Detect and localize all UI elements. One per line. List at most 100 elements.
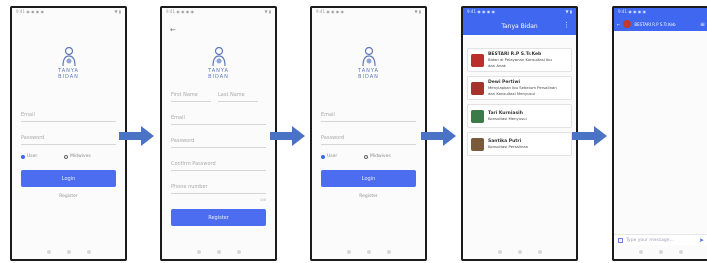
list-item[interactable]: Santika Putri Konsultasi Persalinan bbox=[467, 132, 572, 156]
phone-chat-list-screen: 9:41 ◉ ◉ ◉ ◉ ▼ ▮ Tanya Bidan ⋮ BESTARI R.… bbox=[461, 6, 578, 261]
radio-user[interactable]: User bbox=[321, 154, 337, 159]
status-left: 9:41 ◉ ◉ ◉ ◉ bbox=[166, 9, 195, 14]
last-name-field[interactable]: Last Name bbox=[218, 92, 258, 102]
midwife-name: Tari Kurniasih bbox=[488, 110, 523, 116]
nav-home-icon[interactable] bbox=[659, 250, 663, 254]
radio-user[interactable]: User bbox=[21, 154, 37, 159]
app-logo: TANYA BIDAN bbox=[347, 46, 391, 80]
logo-text-line2: BIDAN bbox=[208, 74, 229, 80]
phone-register-screen: 9:41 ◉ ◉ ◉ ◉ ▼ ▮ ← TANYA BIDAN First Name… bbox=[160, 6, 277, 261]
password-field[interactable]: Password bbox=[21, 135, 116, 145]
image-attach-icon[interactable] bbox=[618, 237, 623, 243]
radio-midwife[interactable]: Midwives bbox=[364, 154, 391, 159]
menu-icon[interactable]: ≡ bbox=[700, 21, 705, 28]
register-link[interactable]: Register bbox=[12, 194, 125, 199]
radio-unselected-icon bbox=[64, 154, 68, 159]
back-arrow-icon[interactable]: ← bbox=[617, 22, 620, 27]
nav-back-icon[interactable] bbox=[497, 250, 502, 254]
midwife-desc: Konsultasi Persalinan bbox=[488, 143, 529, 149]
status-left: 9:41 ◉ ◉ ◉ ◉ bbox=[618, 9, 647, 14]
register-link[interactable]: Register bbox=[312, 194, 425, 199]
register-button[interactable]: Register bbox=[171, 209, 266, 226]
first-name-field[interactable]: First Name bbox=[171, 92, 211, 102]
nav-home-icon[interactable] bbox=[366, 250, 371, 254]
phone-number-field[interactable]: Phone number bbox=[171, 184, 266, 194]
nav-recent-icon[interactable] bbox=[86, 250, 91, 254]
midwife-desc: Konsultasi Menyusui bbox=[488, 115, 527, 121]
login-button[interactable]: Login bbox=[21, 170, 116, 187]
phone-login-screen-2: 9:41 ◉ ◉ ◉ ◉ ▼ ▮ TANYA BIDAN Email Passwo… bbox=[310, 6, 427, 261]
nav-back-icon[interactable] bbox=[639, 250, 643, 254]
avatar bbox=[471, 53, 484, 67]
radio-user-label: User bbox=[327, 154, 338, 159]
system-nav-bar bbox=[12, 245, 125, 259]
chat-header: ← BESTARI R.P S.Tr.Keb ≡ bbox=[614, 17, 707, 31]
nav-recent-icon[interactable] bbox=[236, 250, 241, 254]
status-bar: 9:41 ◉ ◉ ◉ ◉ ▼ ▮ bbox=[463, 8, 576, 17]
status-right: ▼ ▮ bbox=[565, 9, 572, 14]
confirm-password-field[interactable]: Confirm Password bbox=[171, 161, 266, 171]
list-item[interactable]: Tari Kurniasih Konsultasi Menyusui bbox=[467, 104, 572, 128]
midwife-desc-2: dan Konsultasi Menyusui bbox=[488, 90, 535, 96]
login-button[interactable]: Login bbox=[321, 170, 416, 187]
app-logo: TANYA BIDAN bbox=[47, 46, 91, 80]
mother-baby-icon bbox=[211, 46, 226, 67]
flow-arrow-icon bbox=[119, 126, 154, 146]
password-field[interactable]: Password bbox=[171, 138, 266, 148]
email-field[interactable]: Email bbox=[21, 112, 116, 122]
avatar bbox=[471, 137, 484, 151]
list-item[interactable]: BESTARI R.P S.Tr.Keb Bidan di Pelayanan K… bbox=[467, 48, 572, 72]
flow-arrow-icon bbox=[270, 126, 305, 146]
radio-unselected-icon bbox=[364, 154, 368, 159]
nav-home-icon[interactable] bbox=[216, 250, 221, 254]
mother-baby-icon bbox=[361, 46, 376, 67]
midwife-desc: Bidan di Pelayanan Konsultasi Ibu bbox=[488, 57, 552, 62]
list-item[interactable]: Dewi Pertiwi Menyiapkan Ibu Sebelum Persa… bbox=[467, 76, 572, 100]
nav-back-icon[interactable] bbox=[346, 250, 351, 254]
status-left: 9:41 ◉ ◉ ◉ ◉ bbox=[316, 9, 345, 14]
midwife-name: Santika Putri bbox=[488, 138, 522, 144]
avatar bbox=[471, 81, 484, 95]
back-arrow-icon[interactable]: ← bbox=[170, 26, 176, 34]
avatar bbox=[623, 20, 632, 28]
more-options-icon[interactable]: ⋮ bbox=[563, 21, 570, 29]
nav-recent-icon[interactable] bbox=[386, 250, 391, 254]
password-field[interactable]: Password bbox=[321, 135, 416, 145]
logo-text-line2: BIDAN bbox=[58, 74, 79, 80]
flow-arrow-icon bbox=[572, 126, 607, 146]
status-bar: 9:41 ◉ ◉ ◉ ◉ ▼ ▮ bbox=[162, 8, 275, 17]
phone-chat-screen: 9:41 ◉ ◉ ◉ ◉ ← BESTARI R.P S.Tr.Keb ≡ Ty… bbox=[612, 6, 707, 261]
app-logo: TANYA BIDAN bbox=[197, 46, 241, 80]
radio-selected-icon bbox=[321, 154, 325, 159]
email-field[interactable]: Email bbox=[171, 115, 266, 125]
nav-home-icon[interactable] bbox=[517, 250, 522, 254]
email-field[interactable]: Email bbox=[321, 112, 416, 122]
system-nav-bar bbox=[614, 245, 707, 259]
app-bar-title: Tanya Bidan bbox=[501, 22, 538, 30]
status-right: ▼ ▮ bbox=[114, 9, 121, 14]
phone-login-screen: 9:41 ◉ ◉ ◉ ◉ ▼ ▮ TANYA BIDAN Email Passwo… bbox=[10, 6, 127, 261]
system-nav-bar bbox=[162, 245, 275, 259]
nav-back-icon[interactable] bbox=[46, 250, 51, 254]
chat-contact-name: BESTARI R.P S.Tr.Keb bbox=[634, 21, 676, 27]
flow-arrow-icon bbox=[421, 126, 456, 146]
system-nav-bar bbox=[312, 245, 425, 259]
status-left: 9:41 ◉ ◉ ◉ ◉ bbox=[16, 9, 45, 14]
nav-home-icon[interactable] bbox=[66, 250, 71, 254]
midwife-desc: Menyiapkan Ibu Sebelum Persalinan bbox=[488, 85, 557, 90]
radio-midwife[interactable]: Midwives bbox=[64, 154, 91, 159]
nav-back-icon[interactable] bbox=[196, 250, 201, 254]
radio-midwife-label: Midwives bbox=[70, 154, 91, 159]
status-right: ▼ ▮ bbox=[414, 9, 421, 14]
message-composer: Type your message... ➤ bbox=[614, 234, 707, 245]
app-bar: Tanya Bidan ⋮ bbox=[463, 17, 576, 35]
logo-text-line2: BIDAN bbox=[358, 74, 379, 80]
nav-recent-icon[interactable] bbox=[537, 250, 542, 254]
message-input[interactable]: Type your message... bbox=[626, 238, 674, 243]
send-icon[interactable]: ➤ bbox=[699, 237, 704, 244]
status-bar: 9:41 ◉ ◉ ◉ ◉ bbox=[614, 8, 707, 17]
avatar bbox=[471, 109, 484, 123]
radio-midwife-label: Midwives bbox=[370, 154, 391, 159]
midwife-desc-2: dan Anak bbox=[488, 62, 506, 68]
nav-recent-icon[interactable] bbox=[679, 250, 683, 254]
